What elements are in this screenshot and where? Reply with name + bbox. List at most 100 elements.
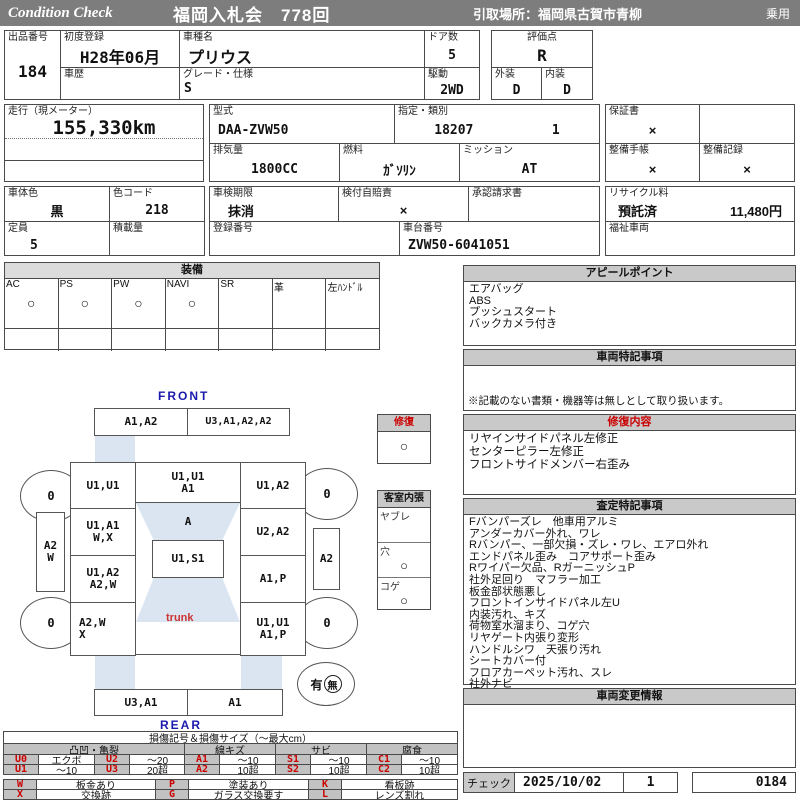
welfare-vehicle-value [606, 235, 794, 255]
model-name-value: プリウス [180, 44, 424, 68]
approval-request-cell: 承認請求書 [468, 186, 600, 222]
legend-note-value: ガラス交換要す [188, 789, 309, 800]
model-code-label: 型式 [210, 105, 394, 118]
panel-fender-front-left: U1,U1 [70, 462, 136, 509]
pickup-location: 引取場所：福岡県古賀市青柳 [473, 4, 743, 23]
maintenance-book-label: 整備手帳 [606, 144, 699, 157]
equipment-pw-mark: ○ [112, 295, 165, 311]
legend-note-code: L [308, 789, 342, 800]
score-label: 評価点 [492, 31, 592, 44]
designation-class: 1 [552, 123, 560, 138]
history-label: 車歴 [61, 68, 179, 81]
legend-value: 10超 [219, 764, 277, 775]
capacity-cell: 定員 5 [4, 221, 110, 256]
check-label: チェック [463, 772, 515, 793]
score-cell: 評価点 R [491, 30, 593, 68]
equipment-table: 装備 AC○ PS○ PW○ NAVI○ SR 革 左ﾊﾝﾄﾞﾙ [4, 262, 380, 350]
score-value: R [492, 44, 592, 67]
registration-number-value [210, 235, 399, 255]
color-code-cell: 色コード 218 [109, 186, 205, 222]
equipment-lhd: 左ﾊﾝﾄﾞﾙ [326, 279, 379, 328]
equipment-title: 装備 [5, 263, 379, 279]
insurance-value: × [339, 200, 468, 221]
assessment-item: Fバンパーズレ 他車用アルミ [469, 517, 790, 529]
repair-flag-mark: ○ [378, 432, 430, 454]
mileage-empty-row [5, 138, 203, 160]
assessment-item: 社外足回り マフラー加工 [469, 575, 790, 587]
assessment-item: シートカバー付 [469, 656, 790, 668]
designation-cell: 指定・類別 18207 1 [394, 104, 600, 144]
repair-item: センターピラー左修正 [469, 446, 790, 459]
model-code-value: DAA-ZVW50 [210, 118, 394, 143]
panel-quarter-rear-left: A2,WX [70, 602, 136, 656]
exterior-grade-label: 外装 [492, 68, 541, 81]
registration-number-cell: 登録番号 [209, 221, 400, 256]
appeal-item: バックカメラ付き [469, 319, 790, 331]
panel-rear-bumper-right: A1 [187, 689, 283, 716]
inspection-expiry-value: 抹消 [210, 200, 338, 221]
vehicle-notes-title: 車両特記事項 [464, 350, 795, 366]
history-value [61, 81, 179, 99]
approval-request-label: 承認請求書 [469, 187, 599, 200]
doors-value: 5 [425, 44, 479, 67]
body-color-cell: 車体色 黒 [4, 186, 110, 222]
first-registration-label: 初度登録 [61, 31, 179, 44]
mileage-empty-row2 [5, 160, 203, 182]
registration-number-label: 登録番号 [210, 222, 399, 235]
equipment-ac-label: AC [6, 279, 20, 290]
welfare-vehicle-label: 福祉車両 [606, 222, 794, 235]
doors-label: ドア数 [425, 31, 479, 44]
panel-rear-bumper-left: U3,A1 [94, 689, 188, 716]
spare-tire-indicator: 有 無 [297, 662, 355, 706]
welfare-vehicle-cell: 福祉車両 [605, 221, 795, 256]
panel-quarter-rear-right: U1,U1A1,P [240, 602, 306, 656]
displacement-cell: 排気量 1800CC [209, 143, 340, 182]
header-bar: Condition Check 福岡入札会 778回 引取場所：福岡県古賀市青柳… [0, 0, 800, 26]
check-date: 2025/10/02 [514, 772, 624, 793]
model-name-cell: 車種名 プリウス [179, 30, 425, 68]
inspection-expiry-label: 車検期限 [210, 187, 338, 200]
cabin-lining-burn: コゲ ○ [378, 577, 430, 611]
first-registration-cell: 初度登録 H28年06月 [60, 30, 180, 68]
panel-hood: U1,U1A1 [135, 462, 241, 503]
legend-code: C2 [366, 764, 402, 775]
change-info-panel: 車両変更情報 [463, 688, 796, 768]
repair-flag-title: 修復 [378, 415, 430, 432]
designation-label: 指定・類別 [395, 105, 599, 118]
assessment-item: リヤゲート内張り変形 [469, 633, 790, 645]
equipment-navi: NAVI○ [166, 279, 220, 328]
body-color-value: 黒 [5, 200, 109, 221]
assessment-item: フロントインサイドパネル左U [469, 598, 790, 610]
legend-note-value: レンズ割れ [341, 789, 458, 800]
panel-rocker-left: A2W [36, 512, 65, 592]
legend-code: S2 [275, 764, 311, 775]
appeal-points-title: アピールポイント [464, 266, 795, 282]
model-code-cell: 型式 DAA-ZVW50 [209, 104, 395, 144]
inspection-expiry-cell: 車検期限 抹消 [209, 186, 339, 222]
panel-rocker-right: A2 [313, 528, 340, 590]
maintenance-record-value: × [700, 157, 794, 181]
fuel-value: ｶﾞｿﾘﾝ [340, 157, 459, 181]
rear-label: REAR [160, 718, 202, 732]
interior-grade-cell: 内装 D [541, 67, 593, 100]
interior-grade-value: D [542, 81, 592, 99]
panel-roof: U1,S1 [152, 540, 224, 578]
warranty-label: 保証書 [606, 105, 699, 118]
legend-note-value: 交換跡 [36, 789, 156, 800]
interior-grade-label: 内装 [542, 68, 592, 81]
lot-number-value: 184 [5, 44, 60, 99]
assessment-item: フロアカーペット汚れ、スレ [469, 668, 790, 680]
grade-value: S [180, 81, 424, 96]
capacity-label: 定員 [5, 222, 109, 235]
recycle-fee-cell: リサイクル料 預託済 11,480円 [605, 186, 795, 222]
designation-number: 18207 [434, 123, 473, 138]
color-code-value: 218 [110, 200, 204, 221]
equipment-ps-label: PS [60, 279, 73, 290]
equipment-ps-mark: ○ [59, 295, 112, 311]
legend-value: 20超 [129, 764, 186, 775]
cabin-lining-box: 客室内張 ヤブレ 穴 ○ コゲ ○ [377, 490, 431, 610]
equipment-sr: SR [219, 279, 273, 328]
drive-cell: 駆動 2WD [424, 67, 480, 100]
fuel-cell: 燃料 ｶﾞｿﾘﾝ [339, 143, 460, 182]
lot-number-label: 出品番号 [5, 31, 60, 44]
